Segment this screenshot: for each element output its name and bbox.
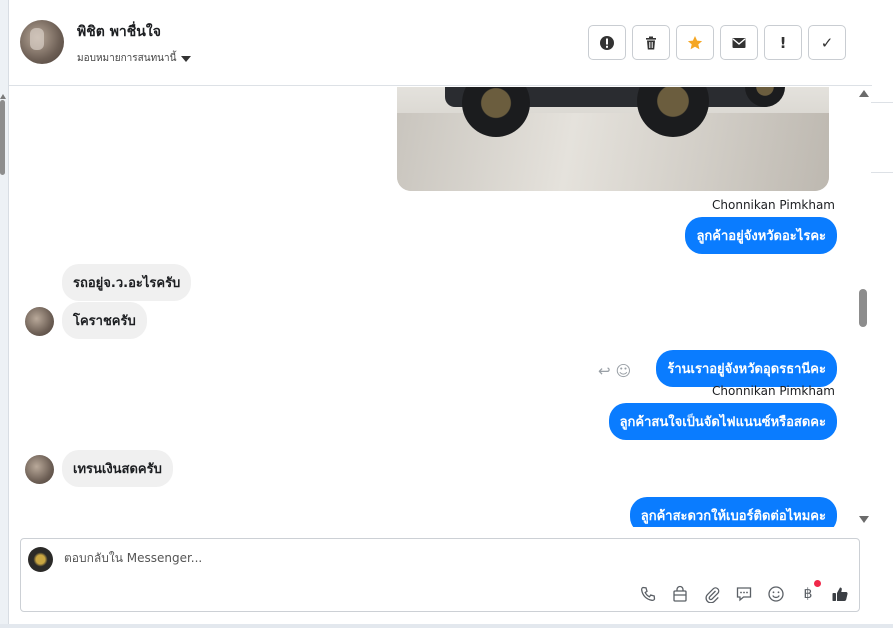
reply-input[interactable] xyxy=(64,551,564,565)
caret-down-icon xyxy=(181,55,192,62)
contact-name[interactable]: พิชิต พาชื่นใจ xyxy=(77,21,161,43)
shopping-bag-icon[interactable] xyxy=(671,585,689,603)
left-scrollbar-thumb[interactable] xyxy=(0,100,5,175)
thread-scroll-up-arrow[interactable] xyxy=(859,90,869,97)
sender-name: Chonnikan Pimkham xyxy=(712,198,835,212)
message-bubble-outgoing[interactable]: ลูกค้าสะดวกให้เบอร์ติดต่อไหมคะ xyxy=(629,497,837,527)
thread-scroll-down-arrow[interactable] xyxy=(859,516,869,523)
assign-label: มอบหมายการสนทนานี้ xyxy=(77,53,177,64)
message-bubble-incoming[interactable]: เทรนเงินสดครับ xyxy=(62,450,173,487)
star-icon xyxy=(687,35,703,49)
star-button[interactable] xyxy=(676,25,714,60)
conversation-header: พิชิต พาชื่นใจ มอบหมายการสนทนานี้ ! ✓ xyxy=(9,0,872,86)
exclamation-icon: ! xyxy=(779,33,787,52)
notification-dot xyxy=(814,580,821,587)
header-toolbar: ! ✓ xyxy=(588,25,846,60)
sender-name: Chonnikan Pimkham xyxy=(712,384,835,398)
left-scroll-up-arrow[interactable] xyxy=(0,94,6,99)
thumbs-up-icon[interactable] xyxy=(831,585,849,603)
shared-photo[interactable] xyxy=(397,87,829,191)
photo-floor xyxy=(397,113,829,191)
right-divider xyxy=(871,172,893,173)
message-bubble-outgoing[interactable]: ลูกค้าอยู่จังหวัดอะไรคะ xyxy=(685,217,837,254)
saved-reply-icon[interactable] xyxy=(735,585,753,603)
composer-toolbar: ฿ xyxy=(639,580,849,603)
message-bubble-incoming[interactable]: โคราชครับ xyxy=(62,302,147,339)
conversation-panel: พิชิต พาชื่นใจ มอบหมายการสนทนานี้ ! ✓ Ch… xyxy=(8,0,872,624)
bottom-strip xyxy=(0,624,893,628)
emoji-icon[interactable] xyxy=(767,585,785,603)
assign-conversation-dropdown[interactable]: มอบหมายการสนทนานี้ xyxy=(77,51,192,66)
message-thread[interactable]: Chonnikan Pimkham ลูกค้าอยู่จังหวัดอะไรค… xyxy=(9,87,859,527)
message-bubble-outgoing[interactable]: ลูกค้าสนใจเป็นจัดไฟแนนซ์หรือสดคะ xyxy=(608,403,837,440)
mark-done-button[interactable]: ✓ xyxy=(808,25,846,60)
right-side-panel xyxy=(871,0,893,628)
alert-circle-icon xyxy=(600,35,614,50)
contact-avatar-small xyxy=(25,307,54,336)
baht-icon[interactable]: ฿ xyxy=(799,580,821,603)
trash-icon xyxy=(646,36,656,49)
contact-avatar[interactable] xyxy=(20,20,64,64)
phone-icon[interactable] xyxy=(639,585,657,603)
follow-up-button[interactable]: ! xyxy=(764,25,802,60)
message-actions: ↩ ☺ xyxy=(598,362,631,380)
react-emoji-icon[interactable]: ☺ xyxy=(616,362,632,380)
contact-avatar-small xyxy=(25,455,54,484)
reply-composer: ฿ xyxy=(20,538,860,612)
reply-icon[interactable]: ↩ xyxy=(598,362,611,380)
page-avatar xyxy=(28,547,53,572)
mark-spam-button[interactable] xyxy=(588,25,626,60)
thread-scrollbar-thumb[interactable] xyxy=(859,289,867,327)
right-divider xyxy=(871,102,893,103)
mark-unread-button[interactable] xyxy=(720,25,758,60)
delete-button[interactable] xyxy=(632,25,670,60)
message-bubble-outgoing[interactable]: ร้านเราอยู่จังหวัดอุดรธานีคะ xyxy=(656,350,837,387)
paperclip-icon[interactable] xyxy=(703,585,721,603)
message-bubble-incoming[interactable]: รถอยู่จ.ว.อะไรครับ xyxy=(62,264,192,301)
check-icon: ✓ xyxy=(820,33,834,52)
envelope-icon xyxy=(732,37,746,48)
